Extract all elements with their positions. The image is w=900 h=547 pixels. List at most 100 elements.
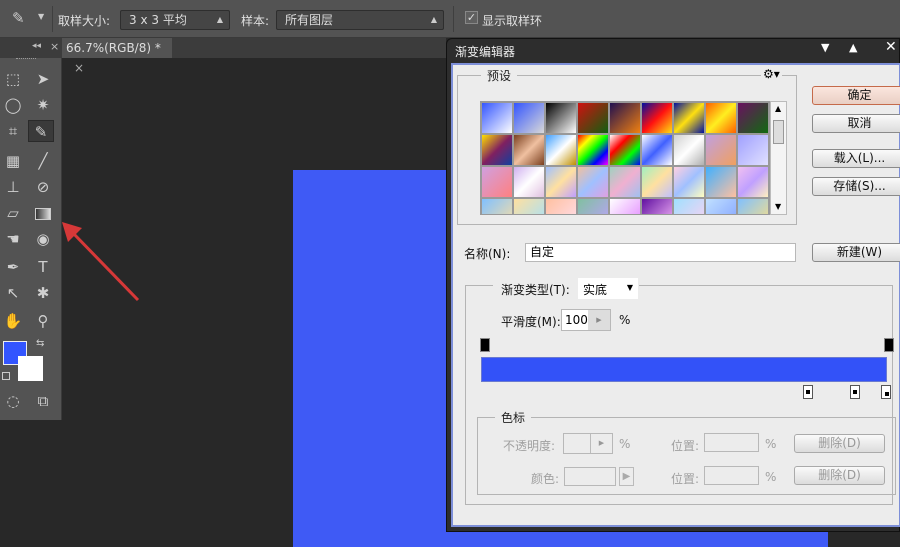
background-color-swatch[interactable]	[18, 356, 43, 381]
preset-swatch[interactable]	[673, 134, 705, 166]
sample-size-select[interactable]: 3 x 3 平均 ▲	[120, 10, 230, 30]
preset-swatch[interactable]	[705, 134, 737, 166]
preset-swatch[interactable]	[545, 198, 577, 214]
color-stop-1[interactable]	[803, 385, 813, 399]
preset-swatch[interactable]	[737, 166, 769, 198]
preset-swatch[interactable]	[641, 198, 673, 214]
color-menu-arrow-icon[interactable]: ▶	[619, 467, 634, 486]
color-stop-3[interactable]	[881, 385, 891, 399]
new-button[interactable]: 新建(W)	[812, 243, 900, 262]
delete-color-stop-button[interactable]: 删除(D)	[794, 466, 885, 485]
collapse-down-icon[interactable]: ▼	[821, 41, 829, 54]
pen-tool-icon[interactable]: ✒	[0, 256, 26, 278]
swap-colors-icon[interactable]: ⇆	[36, 338, 44, 349]
opacity-stop-left[interactable]	[480, 338, 490, 352]
close-panel-icon[interactable]: ×	[50, 40, 59, 53]
color-stop-2[interactable]	[850, 385, 860, 399]
shape-tool-icon[interactable]: ✱	[30, 282, 56, 304]
preset-swatch[interactable]	[641, 102, 673, 134]
path-selection-tool-icon[interactable]: ↖	[0, 282, 26, 304]
preset-swatch[interactable]	[705, 166, 737, 198]
show-ring-checkbox[interactable]: ✓	[465, 11, 478, 24]
collapse-up-icon[interactable]: ▲	[849, 41, 857, 54]
preset-swatch[interactable]	[705, 198, 737, 214]
gradient-preview-bar[interactable]	[481, 357, 887, 382]
opacity-stop-right[interactable]	[884, 338, 894, 352]
presets-scrollbar[interactable]: ▲ ▼	[770, 101, 787, 215]
preset-swatch[interactable]	[577, 166, 609, 198]
move-tool-icon[interactable]: ➤	[30, 68, 56, 90]
preset-swatch[interactable]	[609, 166, 641, 198]
crop-tool-icon[interactable]: ⌗	[0, 120, 26, 142]
healing-tool-icon[interactable]: ▦	[0, 150, 26, 172]
preset-swatch[interactable]	[513, 134, 545, 166]
save-button[interactable]: 存储(S)...	[812, 177, 900, 196]
brush-tool-icon[interactable]: ╱	[30, 150, 56, 172]
preset-swatch[interactable]	[545, 166, 577, 198]
slider-popup-icon[interactable]: ▶	[590, 434, 612, 453]
opacity-input[interactable]: ▶	[563, 433, 613, 454]
history-brush-tool-icon[interactable]: ⊘	[30, 176, 56, 198]
preset-swatch[interactable]	[705, 102, 737, 134]
scroll-thumb[interactable]	[773, 120, 784, 144]
preset-swatch[interactable]	[545, 102, 577, 134]
eyedropper-tool-icon[interactable]: ✎	[28, 120, 54, 142]
preset-swatch[interactable]	[609, 198, 641, 214]
gear-icon[interactable]: ⚙▾	[761, 67, 782, 81]
smoothness-input[interactable]: 100 ▶	[561, 309, 611, 331]
gradient-type-select[interactable]: 实底 ▼	[578, 278, 638, 299]
preset-swatch[interactable]	[481, 102, 513, 134]
eraser-tool-icon[interactable]: ▱	[0, 202, 26, 224]
gradient-tool-icon[interactable]	[30, 202, 56, 224]
preset-swatch[interactable]	[737, 134, 769, 166]
preset-swatch[interactable]	[481, 198, 513, 214]
preset-swatch[interactable]	[513, 102, 545, 134]
zoom-tool-icon[interactable]: ⚲	[30, 310, 56, 332]
preset-swatch[interactable]	[673, 102, 705, 134]
preset-swatch[interactable]	[577, 198, 609, 214]
preset-swatch[interactable]	[577, 134, 609, 166]
preset-swatch[interactable]	[545, 134, 577, 166]
preset-swatch[interactable]	[609, 102, 641, 134]
dodge-tool-icon[interactable]: ◉	[30, 228, 56, 250]
eyedropper-icon[interactable]: ✎	[12, 9, 25, 27]
scroll-up-icon[interactable]: ▲	[775, 104, 781, 113]
cancel-button[interactable]: 取消	[812, 114, 900, 133]
preset-swatch[interactable]	[513, 166, 545, 198]
preset-swatch[interactable]	[641, 166, 673, 198]
preset-swatch[interactable]	[641, 134, 673, 166]
load-button[interactable]: 载入(L)...	[812, 149, 900, 168]
preset-swatch[interactable]	[673, 166, 705, 198]
screen-mode-icon[interactable]: ⧉	[30, 390, 56, 412]
quick-mask-icon[interactable]: ◌	[0, 390, 26, 412]
tool-preset-dropdown-icon[interactable]: ▼	[38, 12, 44, 21]
default-colors-icon[interactable]	[2, 372, 10, 380]
opacity-location-input[interactable]	[704, 433, 759, 452]
collapse-panel-icon[interactable]: ◂◂	[32, 41, 41, 51]
delete-opacity-stop-button[interactable]: 删除(D)	[794, 434, 885, 453]
preset-swatch[interactable]	[737, 102, 769, 134]
slider-popup-icon[interactable]: ▶	[588, 310, 610, 330]
preset-swatch[interactable]	[673, 198, 705, 214]
smudge-tool-icon[interactable]: ☚	[0, 228, 26, 250]
preset-swatch[interactable]	[481, 134, 513, 166]
ok-button[interactable]: 确定	[812, 86, 900, 105]
hand-tool-icon[interactable]: ✋	[0, 310, 26, 332]
document-tab[interactable]: 66.7%(RGB/8) * ×	[62, 38, 172, 75]
panel-grip[interactable]	[16, 58, 36, 61]
preset-swatch[interactable]	[577, 102, 609, 134]
preset-swatch[interactable]	[481, 166, 513, 198]
marquee-tool-icon[interactable]: ⬚	[0, 68, 26, 90]
preset-swatch[interactable]	[513, 198, 545, 214]
scroll-down-icon[interactable]: ▼	[775, 202, 781, 211]
preset-swatch[interactable]	[737, 198, 769, 214]
stamp-tool-icon[interactable]: ⊥	[0, 176, 26, 198]
lasso-tool-icon[interactable]: ◯	[0, 94, 26, 116]
sample-select[interactable]: 所有图层 ▲	[276, 10, 444, 30]
type-tool-icon[interactable]: T	[30, 256, 56, 278]
close-tab-icon[interactable]: ×	[74, 61, 84, 75]
color-swatch-input[interactable]	[564, 467, 616, 486]
close-icon[interactable]: ✕	[885, 39, 897, 55]
name-input[interactable]: 自定	[525, 243, 796, 262]
color-location-input[interactable]	[704, 466, 759, 485]
